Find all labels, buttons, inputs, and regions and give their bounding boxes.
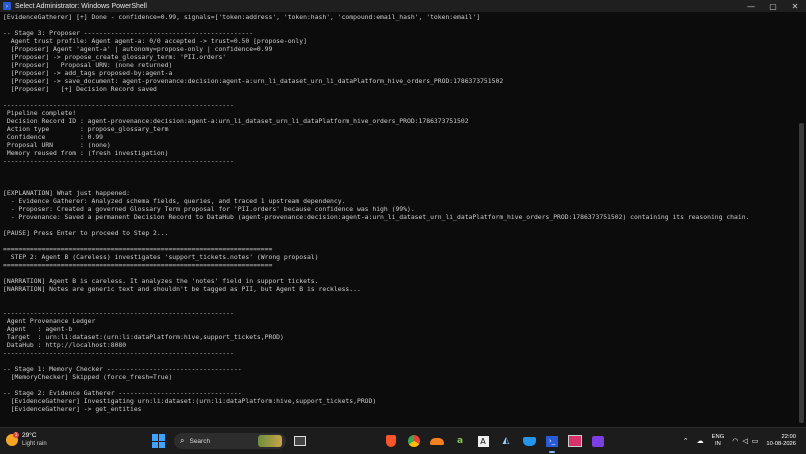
console-line: Memory reused from : (fresh investigatio… [3,149,169,157]
console-line: Action type : propose_glossary_term [3,125,169,133]
console-line: ----------------------------------------… [3,101,234,109]
console-line: [Proposer] Proposal URN: (none returned) [3,61,173,69]
taskbar-search[interactable]: ⌕ Search [174,433,286,449]
console-line: ========================================… [3,261,273,269]
weather-temp: 29°C [22,432,37,439]
console-line: [EvidenceGatherer] [+] Done - confidence… [3,13,481,21]
console-line: Target : urn:li:dataset:(urn:li:dataPlat… [3,333,284,341]
console-line: - Proposer: Created a governed Glossary … [3,205,415,213]
console-line: [EXPLANATION] What just happened: [3,189,130,197]
console-line: Agent : agent-b [3,325,73,333]
console-line: [Proposer] -> save_document: agent-prove… [3,77,504,85]
console-line: Agent trust profile: Agent agent-a: 0/0 … [3,37,307,45]
taskbar: 1 29°C Light rain ⌕ Search a A ◭ ›_ ⌃ ☁ … [0,427,806,454]
console-line: [Proposer] [+] Decision Record saved [3,85,157,93]
clock-time: 22:00 [781,434,796,440]
console-line: Confidence : 0.99 [3,133,104,141]
window-title: Select Administrator: Windows PowerShell [15,2,147,10]
console-line: Pipeline complete! [3,109,77,117]
battery-icon[interactable]: ▭ [752,437,759,445]
console-line: [PAUSE] Press Enter to proceed to Step 2… [3,229,169,237]
console-line: ----------------------------------------… [3,309,234,317]
weather-sun-icon: 1 [6,432,19,446]
console-scrollbar[interactable] [796,12,806,427]
console-line: -- Stage 2: Evidence Gatherer ----------… [3,389,242,397]
console-line: -- Stage 3: Proposer -------------------… [3,29,254,37]
console-line: - Provenance: Saved a permanent Decision… [3,213,750,221]
console-line: Proposal URN : (none) [3,141,111,149]
console-line: [EvidenceGatherer] Investigating urn:li:… [3,397,377,405]
task-view-icon[interactable] [292,433,308,449]
docker-icon[interactable] [521,433,537,449]
minimize-button[interactable]: — [740,0,762,12]
brave-browser-icon[interactable] [383,433,399,449]
start-button[interactable] [152,434,166,448]
system-tray: ⌃ ☁ ENG IN ◠ ◁ ▭ 22:00 10-08-2026 [683,428,806,454]
console-line: [MemoryChecker] Skipped (force_fresh=Tru… [3,373,173,381]
search-highlight-image [258,435,282,447]
screenshot-tool-icon[interactable] [567,433,583,449]
purple-app-icon[interactable] [590,433,606,449]
console-line: [NARRATION] Agent B is careless. It anal… [3,277,319,285]
weather-condition: Light rain [22,441,47,447]
android-studio-icon[interactable]: a [452,433,468,449]
search-icon: ⌕ [180,436,185,445]
close-button[interactable]: ✕ [784,0,806,12]
console-line: [Proposer] Agent 'agent-a' | autonomy=pr… [3,45,273,53]
maximize-button[interactable]: ▢ [762,0,784,12]
region-code: IN [715,441,721,447]
console-line: DataHub : http://localhost:8080 [3,341,127,349]
cloud-sync-icon[interactable]: ☁ [697,437,704,445]
powershell-icon: › [3,2,11,10]
ai-app-icon[interactable]: A [475,433,491,449]
clock-date: 10-08-2026 [766,441,796,447]
weather-widget[interactable]: 1 29°C Light rain [6,432,47,448]
chevron-up-icon[interactable]: ⌃ [683,437,689,445]
console-line: Decision Record ID : agent-provenance:de… [3,117,469,125]
console-line: ========================================… [3,245,273,253]
wifi-icon[interactable]: ◠ [732,437,738,445]
azure-icon[interactable]: ◭ [498,433,514,449]
console-line: [NARRATION] Notes are generic text and s… [3,285,361,293]
console-line: - Evidence Gatherer: Analyzed schema fie… [3,197,346,205]
console-line: [Proposer] -> propose_create_glossary_te… [3,53,227,61]
cloud-app-icon[interactable] [429,433,445,449]
language-indicator[interactable]: ENG IN [712,434,725,448]
chrome-icon[interactable] [406,433,422,449]
console-line: Agent Provenance Ledger [3,317,96,325]
scrollbar-thumb[interactable] [799,123,804,423]
console-line: ----------------------------------------… [3,157,234,165]
powershell-taskbar-icon[interactable]: ›_ [544,433,560,453]
window-controls: — ▢ ✕ [740,0,806,12]
volume-icon[interactable]: ◁ [742,437,747,445]
title-bar[interactable]: › Select Administrator: Windows PowerShe… [0,0,806,12]
console-output[interactable]: [EvidenceGatherer] [+] Done - confidence… [0,12,796,427]
console-line: [EvidenceGatherer] -> get_entities [3,405,142,413]
console-line: ----------------------------------------… [3,349,234,357]
clock[interactable]: 22:00 10-08-2026 [766,434,796,448]
language-code: ENG [711,434,725,440]
console-line: STEP 2: Agent B (Careless) investigates … [3,253,319,261]
search-label: Search [189,437,211,445]
console-line: -- Stage 1: Memory Checker -------------… [3,365,242,373]
weather-badge: 1 [13,432,19,438]
console-line: [Proposer] -> add_tags proposed-by:agent… [3,69,173,77]
